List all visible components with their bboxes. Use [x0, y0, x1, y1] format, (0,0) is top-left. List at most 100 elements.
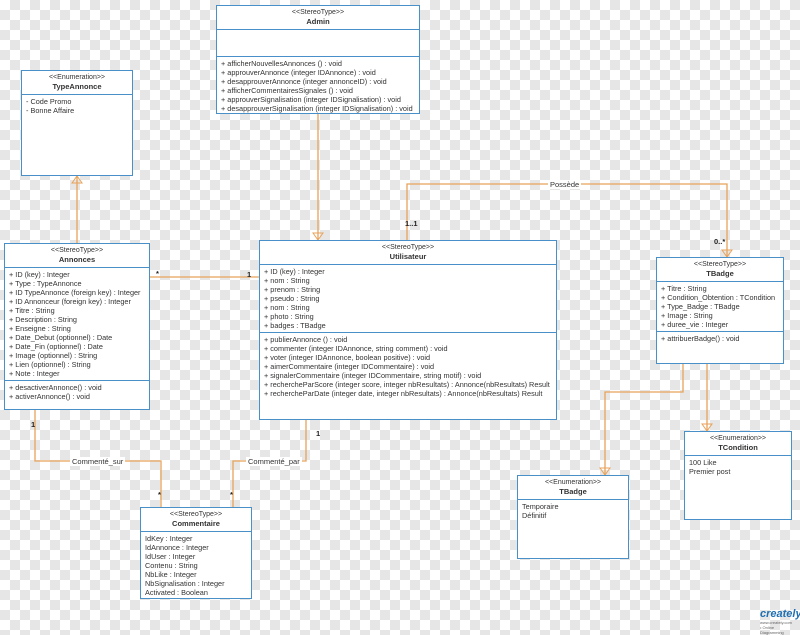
tbadge-enum-header: <<Enumeration>> TBadge — [518, 476, 628, 500]
typeannonce-name: TypeAnnonce — [52, 82, 102, 91]
tbadge-enum-name: TBadge — [559, 487, 587, 496]
admin-method: + afficherCommentairesSignales () : void — [221, 86, 353, 95]
multiplicity-utilisateur-comment: 1 — [316, 429, 321, 438]
annonces-attribute: + Lien (optionnel) : String — [9, 360, 91, 369]
commentaire-attribute: IdUser : Integer — [145, 552, 196, 561]
utilisateur-attribute: + ID (key) : Integer — [264, 267, 325, 276]
utilisateur-method: + rechercheParDate (integer date, intege… — [264, 389, 543, 398]
annonces-name: Annonces — [58, 255, 96, 264]
admin-method: + approuverSignalisation (integer IDSign… — [221, 95, 401, 104]
creately-logo-text: creately — [760, 608, 800, 620]
tbadge-attribute: + Image : String — [661, 311, 713, 320]
annonces-method: + activerAnnonce() : void — [9, 392, 90, 401]
utilisateur-method: + rechercheParScore (integer score, inte… — [264, 380, 550, 389]
annonces-attribute: + ID TypeAnnonce (foreign key) : Integer — [9, 288, 141, 297]
utilisateur-methods: + publierAnnonce () : void + commenter (… — [260, 333, 556, 400]
typeannonce-stereotype: <<Enumeration>> — [48, 74, 106, 81]
utilisateur-header: <<StereoType>> Utilisateur — [260, 241, 556, 265]
admin-method: + afficherNouvellesAnnonces () : void — [221, 59, 342, 68]
tcondition-header: <<Enumeration>> TCondition — [685, 432, 791, 456]
tcondition-name: TCondition — [718, 443, 758, 452]
utilisateur-attribute: + nom : String — [264, 303, 310, 312]
enum-literal: 100 Like — [689, 458, 717, 467]
commentaire-attribute: IdAnnonce : Integer — [145, 543, 209, 552]
tbadge-attribute: + Titre : String — [661, 284, 707, 293]
multiplicity-annonces: * — [156, 269, 159, 278]
multiplicity-tbadge-possede: 0..* — [714, 237, 726, 246]
enum-literal: Temporaire — [522, 502, 559, 511]
annonces-class-box[interactable]: <<StereoType>> Annonces + ID (key) : Int… — [4, 243, 150, 410]
annonces-attribute: + Date_Fin (optionnel) : Date — [9, 342, 103, 351]
tbadge-class-box[interactable]: <<StereoType>> TBadge + Titre : String +… — [656, 257, 784, 364]
annonces-methods: + desactiverAnnonce() : void + activerAn… — [5, 381, 149, 403]
admin-method: + desapprouverAnnonce (integer annonceID… — [221, 77, 387, 86]
tbadge-name: TBadge — [706, 269, 734, 278]
enum-literal: Définitif — [522, 511, 547, 520]
annonces-attribute: + Enseigne : String — [9, 324, 71, 333]
utilisateur-stereotype: <<StereoType>> — [381, 244, 435, 251]
creately-logo-subtext: www.creately.com • Online Diagramming — [760, 620, 792, 635]
multiplicity-annonces-comment: 1 — [31, 420, 36, 429]
admin-class-box[interactable]: <<StereoType>> Admin + afficherNouvelles… — [216, 5, 420, 114]
annonces-attribute: + Type : TypeAnnonce — [9, 279, 82, 288]
tbadge-enum-literals: Temporaire Définitif — [518, 500, 628, 522]
commentaire-attribute: Activated : Boolean — [145, 588, 208, 597]
tbadge-header: <<StereoType>> TBadge — [657, 258, 783, 282]
possede-label: Possède — [548, 180, 582, 189]
admin-attributes — [217, 30, 419, 57]
enum-literal: - Code Promo — [26, 97, 72, 106]
utilisateur-attribute: + nom : String — [264, 276, 310, 285]
tbadge-method: + attribuerBadge() : void — [661, 334, 740, 343]
annonces-attribute: + ID (key) : Integer — [9, 270, 70, 279]
commentaire-attribute: IdKey : Integer — [145, 534, 193, 543]
tbadge-attributes: + Titre : String + Condition_Obtention :… — [657, 282, 783, 332]
admin-class-header: <<StereoType>> Admin — [217, 6, 419, 30]
admin-methods: + afficherNouvellesAnnonces () : void + … — [217, 57, 419, 113]
annonces-stereotype: <<StereoType>> — [50, 247, 104, 254]
utilisateur-attribute: + prenom : String — [264, 285, 321, 294]
multiplicity-commentaire-sur: * — [158, 490, 161, 499]
tbadge-methods: + attribuerBadge() : void — [657, 332, 783, 345]
creately-logo: creately www.creately.com • Online Diagr… — [760, 608, 800, 635]
multiplicity-utilisateur-possede: 1..1 — [405, 219, 418, 228]
annonces-attribute: + Note : Integer — [9, 369, 60, 378]
tcondition-literals: 100 Like Premier post — [685, 456, 791, 478]
admin-class-name: Admin — [306, 17, 330, 26]
admin-method: + approuverAnnonce (integer IDAnnonce) :… — [221, 68, 376, 77]
annonces-method: + desactiverAnnonce() : void — [9, 383, 102, 392]
commentaire-attributes: IdKey : Integer IdAnnonce : Integer IdUs… — [141, 532, 251, 598]
tbadge-enum-box[interactable]: <<Enumeration>> TBadge Temporaire Défini… — [517, 475, 629, 559]
annonces-attribute: + Image (optionnel) : String — [9, 351, 98, 360]
annonces-attribute: + Description : String — [9, 315, 77, 324]
tbadge-enum-link — [604, 364, 684, 475]
commentaire-attribute: NbSignalisation : Integer — [145, 579, 225, 588]
utilisateur-class-box[interactable]: <<StereoType>> Utilisateur + ID (key) : … — [259, 240, 557, 420]
utilisateur-attribute: + photo : String — [264, 312, 314, 321]
utilisateur-method: + aimerCommentaire (integer IDCommentair… — [264, 362, 435, 371]
utilisateur-method: + signalerCommentaire (integer IDComment… — [264, 371, 482, 380]
annonces-attribute: + Date_Debut (optionnel) : Date — [9, 333, 113, 342]
utilisateur-attribute: + pseudo : String — [264, 294, 320, 303]
typeannonce-header: <<Enumeration>> TypeAnnonce — [22, 71, 132, 95]
admin-method: + desapprouverSignalisation (integer IDS… — [221, 104, 413, 113]
tcondition-enum-box[interactable]: <<Enumeration>> TCondition 100 Like Prem… — [684, 431, 792, 520]
utilisateur-attribute: + badges : TBadge — [264, 321, 326, 330]
annonces-attribute: + ID Annonceur (foreign key) : Integer — [9, 297, 131, 306]
enum-literal: - Bonne Affaire — [26, 106, 75, 115]
typeannonce-enum-box[interactable]: <<Enumeration>> TypeAnnonce - Code Promo… — [21, 70, 133, 176]
commentaire-name: Commentaire — [172, 519, 220, 528]
admin-stereotype: <<StereoType>> — [291, 9, 345, 16]
commentaire-attribute: NbLike : Integer — [145, 570, 197, 579]
annonces-attributes: + ID (key) : Integer + Type : TypeAnnonc… — [5, 268, 149, 381]
tbadge-stereotype: <<StereoType>> — [693, 261, 747, 268]
enum-literal: Premier post — [689, 467, 731, 476]
commente-sur-label: Commenté_sur — [70, 457, 126, 466]
utilisateur-method: + voter (integer IDAnnonce, boolean posi… — [264, 353, 431, 362]
annonces-attribute: + Titre : String — [9, 306, 55, 315]
multiplicity-utilisateur-annonces: 1 — [247, 270, 252, 279]
tbadge-attribute: + Type_Badge : TBadge — [661, 302, 740, 311]
commentaire-attribute: Contenu : String — [145, 561, 198, 570]
multiplicity-commentaire-par: * — [230, 490, 233, 499]
commentaire-class-box[interactable]: <<StereoType>> Commentaire IdKey : Integ… — [140, 507, 252, 599]
commentaire-stereotype: <<StereoType>> — [169, 511, 223, 518]
